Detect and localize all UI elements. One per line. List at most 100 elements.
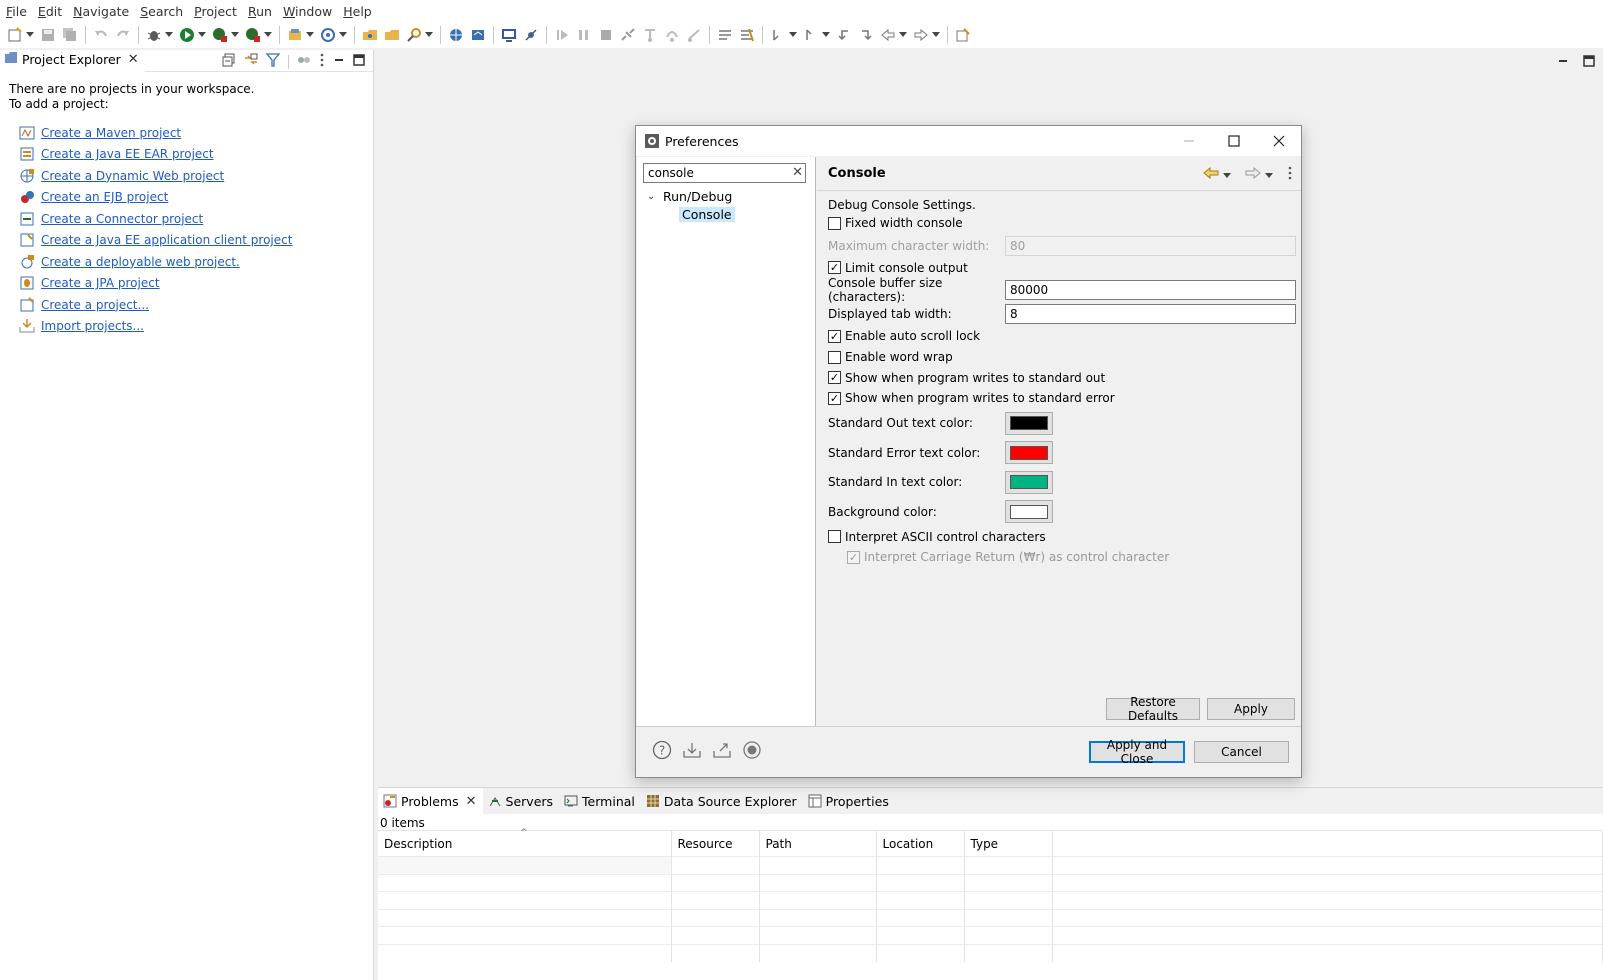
forward-dropdown-icon[interactable] — [932, 27, 940, 43]
disconnect-icon[interactable] — [620, 27, 636, 43]
close-icon[interactable]: ✕ — [466, 794, 477, 809]
new-icon[interactable] — [7, 27, 23, 43]
toggle-mark-occurrences-icon[interactable] — [717, 27, 733, 43]
buffer-size-field[interactable] — [1005, 280, 1296, 301]
dialog-titlebar[interactable]: Preferences — [636, 126, 1301, 156]
previous-annotation-icon[interactable] — [803, 27, 819, 43]
show-on-stderr-option[interactable]: ✓ Show when program writes to standard e… — [828, 388, 1301, 409]
menu-run[interactable]: Run — [242, 4, 277, 19]
search-icon[interactable] — [406, 27, 422, 43]
console-icon[interactable] — [501, 27, 517, 43]
limit-console-output-option[interactable]: ✓ Limit console output — [828, 258, 1301, 279]
web-browser-icon[interactable] — [470, 27, 486, 43]
debug-icon[interactable] — [146, 27, 162, 43]
minimize-icon[interactable] — [1557, 55, 1569, 70]
previous-annotation-dropdown-icon[interactable] — [822, 27, 830, 43]
menu-edit[interactable]: Edit — [32, 4, 67, 19]
interpret-ascii-checkbox[interactable] — [828, 530, 841, 544]
back-icon[interactable] — [880, 27, 896, 43]
maximize-icon[interactable] — [1583, 55, 1595, 70]
back-dropdown-icon[interactable] — [899, 27, 907, 43]
search-dropdown-icon[interactable] — [425, 27, 433, 43]
help-icon[interactable]: ? — [652, 740, 672, 760]
std-in-color-button[interactable] — [1005, 470, 1053, 494]
link-with-editor-icon[interactable] — [244, 53, 258, 70]
import-projects-link[interactable]: Import projects... — [41, 319, 144, 333]
dialog-splitter[interactable] — [815, 157, 816, 726]
save-all-icon[interactable] — [62, 27, 78, 43]
tab-project-explorer[interactable]: Project Explorer ✕ — [0, 49, 145, 72]
column-header-resource[interactable]: Resource — [671, 830, 760, 857]
step-over-icon[interactable] — [664, 27, 680, 43]
cancel-button[interactable]: Cancel — [1194, 741, 1289, 763]
external-tools-dropdown-icon[interactable] — [264, 27, 272, 43]
interpret-ascii-option[interactable]: Interpret ASCII control characters — [828, 527, 1301, 548]
create-maven-project-link[interactable]: Create a Maven project — [41, 126, 181, 140]
export-icon[interactable] — [712, 740, 732, 760]
column-header-path[interactable]: Path — [759, 830, 877, 857]
coverage-icon[interactable] — [212, 27, 228, 43]
forward-dropdown-icon[interactable] — [1265, 168, 1273, 182]
preferences-filter-input[interactable] — [648, 166, 783, 180]
undo-icon[interactable] — [93, 27, 109, 43]
limit-output-checkbox[interactable]: ✓ — [828, 261, 841, 275]
tab-terminal[interactable]: Terminal — [559, 788, 641, 814]
clear-filter-icon[interactable]: ✕ — [792, 165, 803, 180]
filter-icon[interactable] — [265, 53, 281, 70]
page-menu-icon[interactable] — [1287, 166, 1293, 183]
forward-arrow-icon[interactable] — [1245, 166, 1261, 182]
new-dropdown-icon[interactable] — [26, 27, 34, 43]
menu-search[interactable]: Search — [134, 4, 188, 19]
skip-breakpoints-icon[interactable] — [523, 27, 539, 43]
open-browser-icon[interactable] — [448, 27, 464, 43]
pin-editor-icon[interactable] — [955, 27, 971, 43]
fixed-width-console-option[interactable]: Fixed width console — [828, 213, 1301, 234]
coverage-dropdown-icon[interactable] — [231, 27, 239, 43]
show-on-stdout-checkbox[interactable]: ✓ — [828, 371, 841, 385]
open-type-icon[interactable] — [362, 27, 378, 43]
create-connector-project-link[interactable]: Create a Connector project — [41, 212, 203, 226]
menu-window[interactable]: Window — [277, 4, 337, 19]
preferences-filter-field[interactable]: ✕ — [643, 163, 806, 183]
create-jpa-project-link[interactable]: Create a JPA project — [41, 276, 160, 290]
tab-problems[interactable]: Problems ✕ — [378, 788, 483, 814]
maximize-window-button[interactable] — [1211, 126, 1256, 156]
new-server-dropdown-icon[interactable] — [306, 27, 314, 43]
record-icon[interactable] — [742, 740, 762, 760]
last-edit-location-icon[interactable] — [836, 27, 852, 43]
column-header-location[interactable]: Location — [876, 830, 965, 857]
web-service-icon[interactable] — [320, 27, 336, 43]
word-wrap-checkbox[interactable] — [828, 350, 841, 364]
menu-help[interactable]: Help — [337, 4, 377, 19]
std-err-color-button[interactable] — [1005, 441, 1053, 465]
apply-button[interactable]: Apply — [1207, 698, 1295, 720]
word-wrap-option[interactable]: Enable word wrap — [828, 347, 1301, 368]
back-dropdown-icon[interactable] — [1223, 168, 1231, 182]
create-app-client-project-link[interactable]: Create a Java EE application client proj… — [41, 233, 292, 247]
run-icon[interactable] — [179, 27, 195, 43]
maximize-icon[interactable] — [353, 54, 365, 69]
background-color-button[interactable] — [1005, 500, 1053, 524]
back-arrow-icon[interactable] — [1203, 166, 1219, 182]
import-icon[interactable] — [682, 740, 702, 760]
focus-task-icon[interactable] — [297, 53, 311, 70]
auto-scroll-lock-option[interactable]: ✓ Enable auto scroll lock — [828, 326, 1301, 347]
tab-servers[interactable]: Servers — [483, 788, 560, 814]
suspend-icon[interactable] — [576, 27, 592, 43]
forward-edit-location-icon[interactable] — [858, 27, 874, 43]
menu-navigate[interactable]: Navigate — [67, 4, 134, 19]
show-on-stderr-checkbox[interactable]: ✓ — [828, 391, 841, 405]
resume-icon[interactable] — [554, 27, 570, 43]
std-out-color-button[interactable] — [1005, 411, 1053, 435]
create-project-link[interactable]: Create a project... — [41, 298, 149, 312]
tab-properties[interactable]: Properties — [803, 788, 895, 814]
apply-and-close-button[interactable]: Apply and Close — [1089, 738, 1185, 766]
restore-defaults-button[interactable]: Restore Defaults — [1106, 695, 1200, 723]
terminate-icon[interactable] — [598, 27, 614, 43]
external-tools-icon[interactable] — [245, 27, 261, 43]
redo-icon[interactable] — [115, 27, 131, 43]
menu-file[interactable]: File — [0, 4, 32, 19]
view-menu-icon[interactable] — [319, 53, 325, 70]
show-on-stdout-option[interactable]: ✓ Show when program writes to standard o… — [828, 367, 1301, 388]
run-dropdown-icon[interactable] — [198, 27, 206, 43]
